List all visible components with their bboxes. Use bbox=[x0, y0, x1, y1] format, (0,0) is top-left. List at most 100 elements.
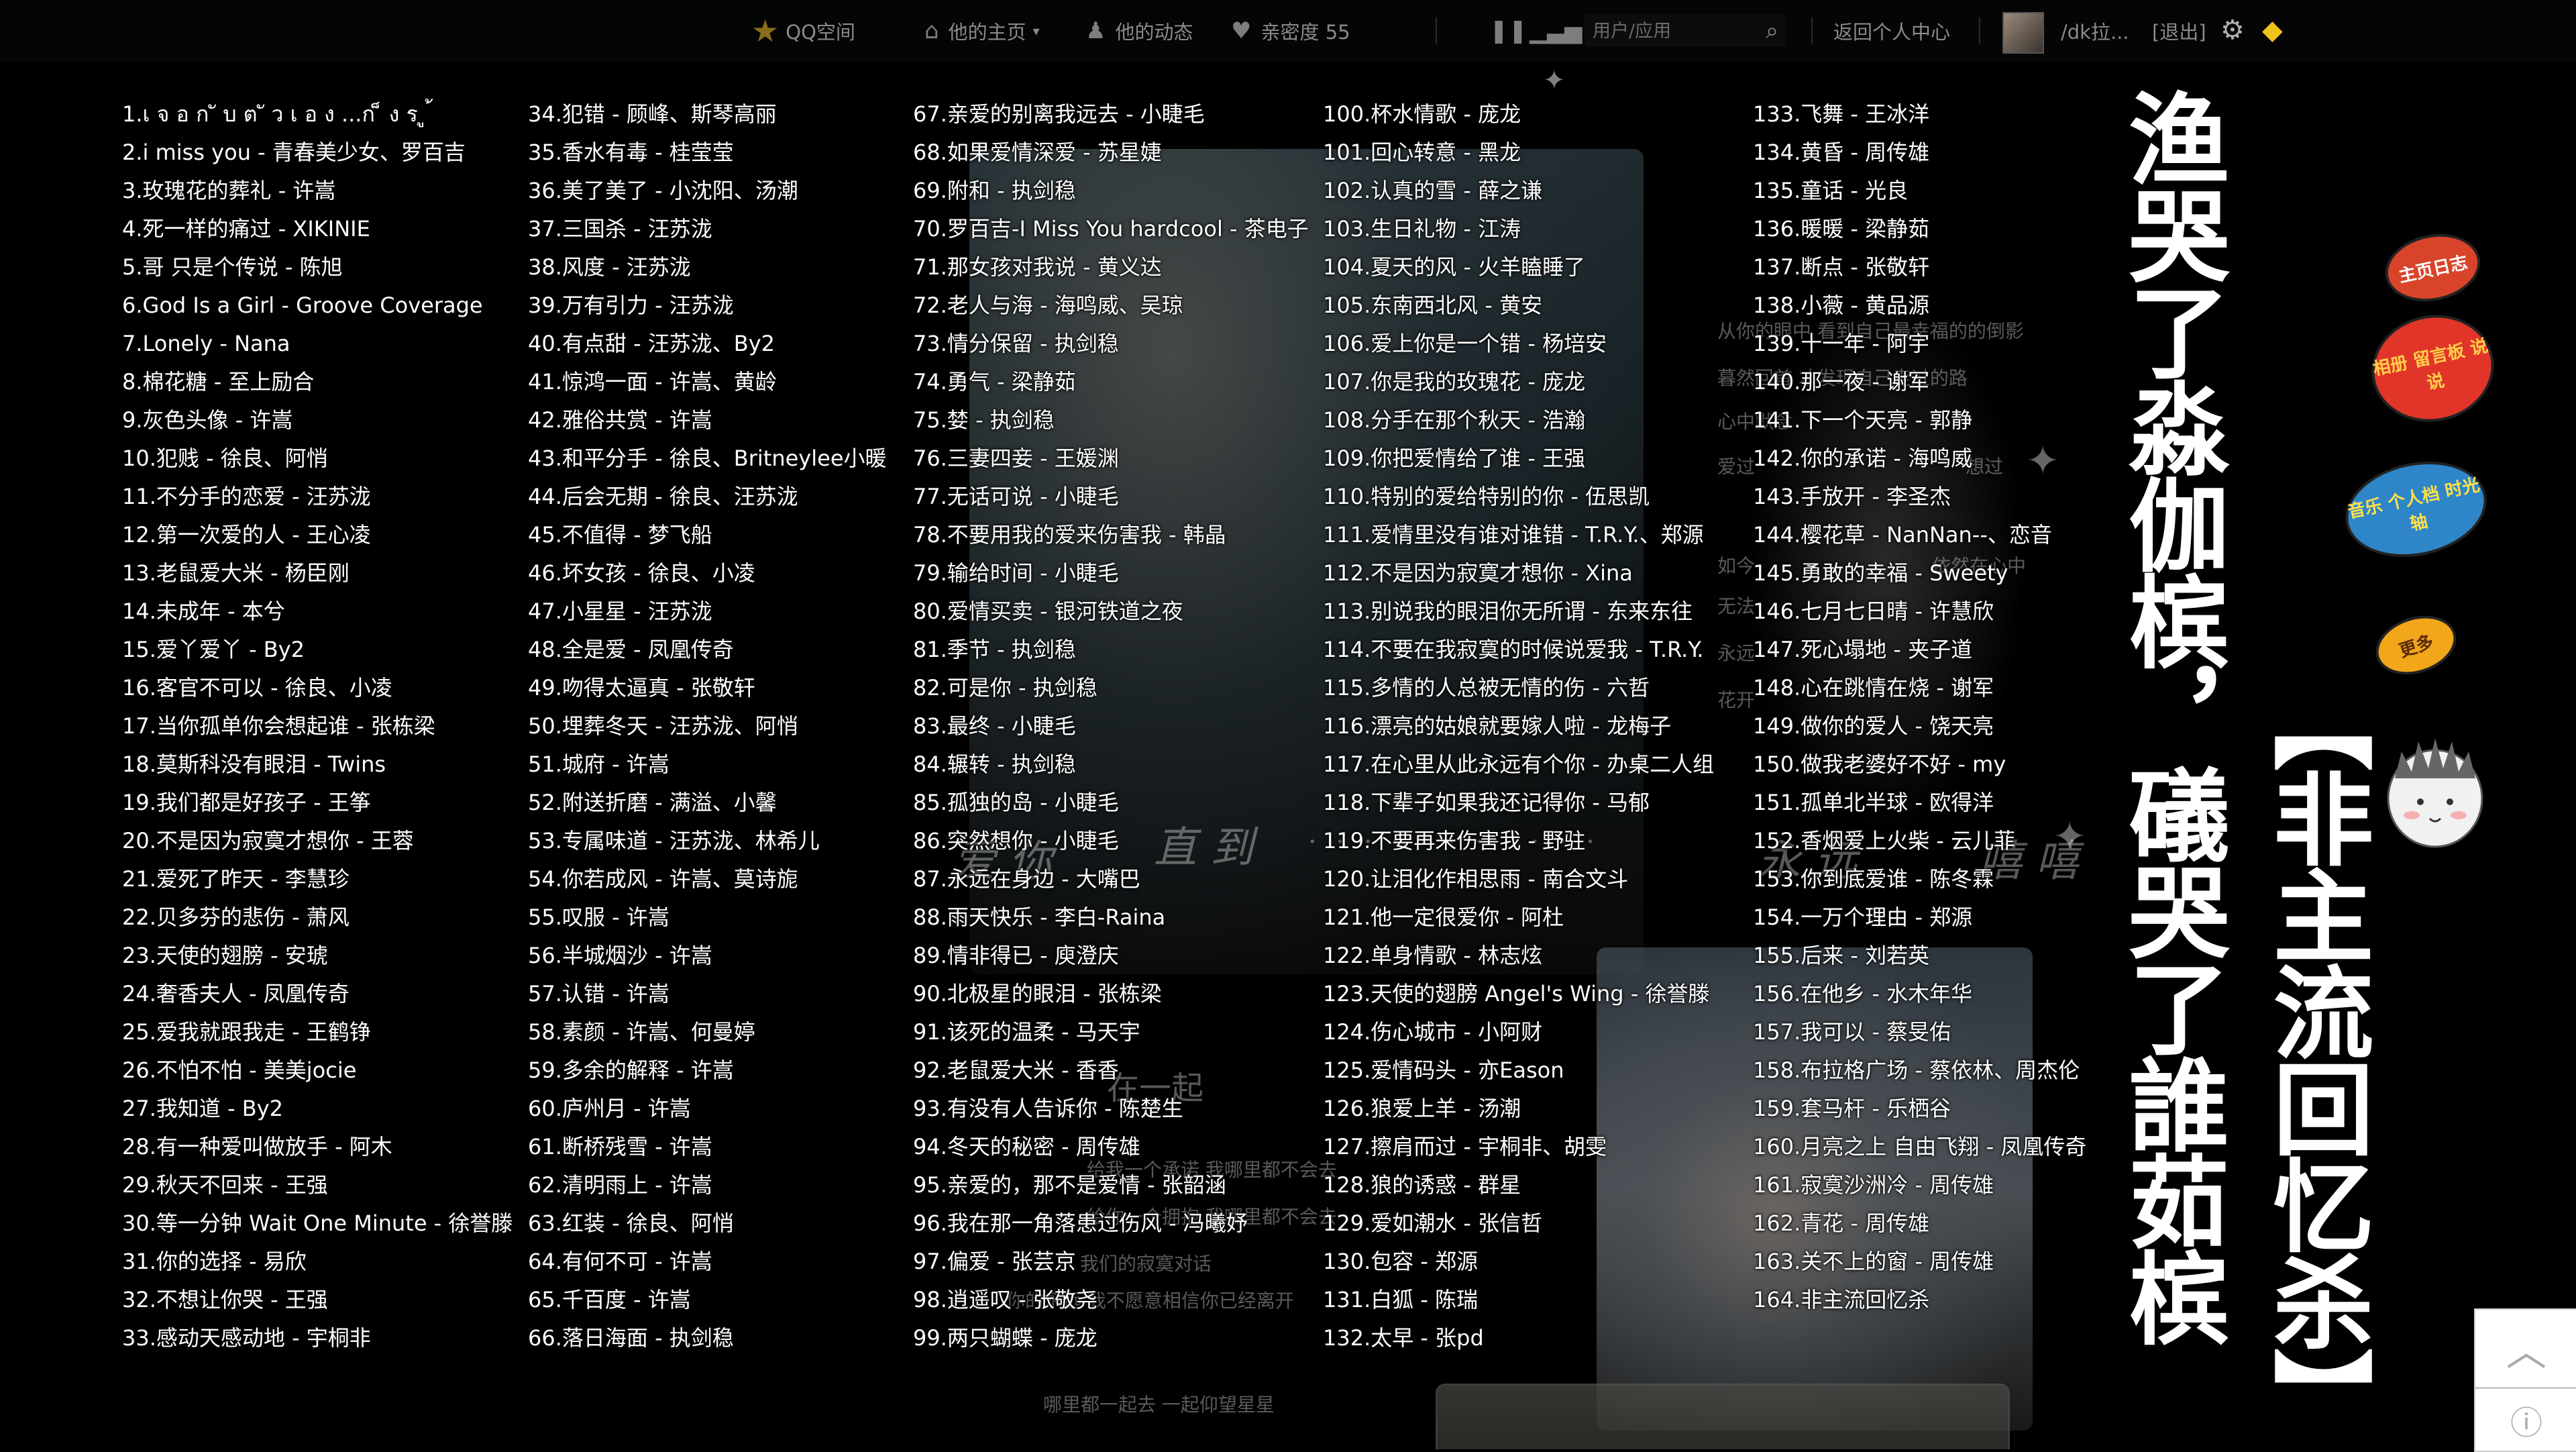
song-item: 49.吻得太逼真 - 张敬轩 bbox=[528, 675, 755, 701]
song-item: 149.做你的爱人 - 饶天亮 bbox=[1753, 713, 1994, 739]
intimacy-label: 亲密度 55 bbox=[1260, 21, 1350, 44]
divider bbox=[1979, 17, 1980, 44]
song-item: 161.寂寞沙洲冷 - 周传雄 bbox=[1753, 1172, 1994, 1198]
intimacy-link[interactable]: ♥ 亲密度 55 bbox=[1231, 0, 1350, 62]
song-item: 107.你是我的玫瑰花 - 庞龙 bbox=[1323, 369, 1586, 395]
song-item: 129.爱如潮水 - 张信哲 bbox=[1323, 1210, 1543, 1236]
qzone-logo[interactable]: ★ QQ空间 bbox=[751, 0, 855, 62]
song-item: 39.万有引力 - 汪苏泷 bbox=[528, 293, 734, 318]
song-item: 100.杯水情歌 - 庞龙 bbox=[1323, 101, 1521, 127]
song-item: 145.勇敢的幸福 - Sweety bbox=[1753, 560, 2008, 586]
song-item: 77.无话可说 - 小睫毛 bbox=[913, 484, 1119, 509]
song-item: 125.爱情码头 - 亦Eason bbox=[1323, 1057, 1564, 1083]
home-link[interactable]: ⌂ 他的主页 ▾ bbox=[924, 0, 1040, 62]
song-item: 5.哥 只是个传说 - 陈旭 bbox=[122, 254, 343, 280]
song-item: 30.等一分钟 Wait One Minute - 徐誉滕 bbox=[122, 1210, 513, 1236]
song-item: 108.分手在那个秋天 - 浩瀚 bbox=[1323, 407, 1586, 433]
song-item: 150.做我老婆好不好 - my bbox=[1753, 751, 2006, 777]
info-icon: ⓘ bbox=[2510, 1404, 2542, 1442]
song-item: 114.不要在我寂寞的时候说爱我 - T.R.Y. bbox=[1323, 637, 1704, 662]
song-item: 134.黄昏 - 周传雄 bbox=[1753, 140, 1930, 165]
song-item: 43.和平分手 - 徐良、Britneylee小暖 bbox=[528, 446, 887, 471]
song-item: 56.半城烟沙 - 许嵩 bbox=[528, 943, 712, 968]
song-item: 15.爱丫爱丫 - By2 bbox=[122, 637, 305, 662]
gear-icon[interactable]: ⚙ bbox=[2220, 15, 2245, 46]
song-item: 51.城府 - 许嵩 bbox=[528, 751, 669, 777]
bg-text: 无法 bbox=[1717, 595, 1756, 617]
mascot-icon[interactable] bbox=[2381, 731, 2489, 852]
song-item: 32.不想让你哭 - 王强 bbox=[122, 1287, 328, 1312]
song-item: 115.多情的人总被无情的伤 - 六哲 bbox=[1323, 675, 1650, 701]
song-item: 127.擦肩而过 - 宇桐非、胡雯 bbox=[1323, 1134, 1607, 1159]
song-item: 42.雅俗共赏 - 许嵩 bbox=[528, 407, 712, 433]
song-item: 160.月亮之上 自由飞翔 - 凤凰传奇 bbox=[1753, 1134, 2087, 1159]
song-item: 18.莫斯科没有眼泪 - Twins bbox=[122, 751, 386, 777]
song-item: 41.惊鸿一面 - 许嵩、黄龄 bbox=[528, 369, 777, 395]
song-item: 72.老人与海 - 海鸣威、吴琼 bbox=[913, 293, 1183, 318]
song-item: 76.三妻四妾 - 王媛渊 bbox=[913, 446, 1119, 471]
people-icon: ♟ bbox=[1085, 17, 1106, 44]
song-item: 85.孤独的岛 - 小睫毛 bbox=[913, 790, 1119, 815]
search-box[interactable] bbox=[1585, 15, 1786, 47]
signal-button[interactable]: ▁▃▅ bbox=[1529, 0, 1591, 62]
song-item: 25.爱我就跟我走 - 王鹤铮 bbox=[122, 1019, 371, 1045]
song-item: 109.你把爱情给了谁 - 王强 bbox=[1323, 446, 1586, 471]
search-input[interactable] bbox=[1585, 15, 1760, 47]
song-item: 120.让泪化作相思雨 - 南合文斗 bbox=[1323, 866, 1629, 892]
song-item: 38.风度 - 汪苏泷 bbox=[528, 254, 691, 280]
back-to-top-button[interactable]: ︿ bbox=[2474, 1308, 2576, 1388]
song-item: 163.关不上的窗 - 周传雄 bbox=[1753, 1249, 1994, 1274]
dynamics-link[interactable]: ♟ 他的动态 bbox=[1085, 0, 1193, 62]
song-item: 87.永远在身边 - 大嘴巴 bbox=[913, 866, 1140, 892]
song-item: 91.该死的温柔 - 马天宇 bbox=[913, 1019, 1140, 1045]
song-item: 83.最终 - 小睫毛 bbox=[913, 713, 1076, 739]
song-item: 117.在心里从此永远有个你 - 办桌二人组 bbox=[1323, 751, 1715, 777]
search-icon[interactable]: ⌕ bbox=[1766, 17, 1778, 44]
song-item: 162.青花 - 周传雄 bbox=[1753, 1210, 1930, 1236]
sparkle-icon: ✦ bbox=[2053, 813, 2087, 860]
song-item: 133.飞舞 - 王冰洋 bbox=[1753, 101, 1930, 127]
song-item: 97.偏爱 - 张芸京 bbox=[913, 1249, 1076, 1274]
diamond-icon[interactable]: ◆ bbox=[2262, 15, 2283, 46]
sparkle-icon: ✦ bbox=[1543, 65, 1566, 96]
song-item: 59.多余的解释 - 许嵩 bbox=[528, 1057, 734, 1083]
song-item: 122.单身情歌 - 林志炫 bbox=[1323, 943, 1543, 968]
song-item: 92.老鼠爱大米 - 香香 bbox=[913, 1057, 1119, 1083]
song-item: 110.特别的爱给特别的你 - 伍思凯 bbox=[1323, 484, 1650, 509]
song-item: 35.香水有毒 - 桂莹莹 bbox=[528, 140, 734, 165]
song-item: 84.辗转 - 执剑稳 bbox=[913, 751, 1076, 777]
song-item: 55.叹服 - 许嵩 bbox=[528, 904, 669, 930]
song-item: 139.十一年 - 阿宇 bbox=[1753, 331, 1930, 356]
song-item: 151.孤单北半球 - 欧得洋 bbox=[1753, 790, 1994, 815]
song-item: 20.不是因为寂寞才想你 - 王蓉 bbox=[122, 828, 414, 853]
song-item: 63.红装 - 徐良、阿悄 bbox=[528, 1210, 734, 1236]
back-to-center-link[interactable]: 返回个人中心 bbox=[1833, 0, 1950, 62]
song-item: 65.千百度 - 许嵩 bbox=[528, 1287, 691, 1312]
song-item: 104.夏天的风 - 火羊瞌睡了 bbox=[1323, 254, 1586, 280]
heart-icon: ♥ bbox=[1231, 17, 1252, 44]
logo-text: QQ空间 bbox=[786, 21, 855, 44]
song-item: 6.God Is a Girl - Groove Coverage bbox=[122, 293, 483, 318]
song-item: 153.你到底爱谁 - 陈冬霖 bbox=[1753, 866, 1994, 892]
avatar[interactable] bbox=[2002, 12, 2044, 54]
song-item: 96.我在那一角落患过伤风 - 冯曦妤 bbox=[913, 1210, 1248, 1236]
logout-link[interactable]: [退出] bbox=[2152, 0, 2206, 62]
sparkle-icon: ✦ bbox=[2026, 437, 2060, 484]
song-item: 79.输给时间 - 小睫毛 bbox=[913, 560, 1119, 586]
song-item: 144.樱花草 - NanNan--、恋音 bbox=[1753, 522, 2052, 548]
song-item: 157.我可以 - 蔡旻佑 bbox=[1753, 1019, 1951, 1045]
song-item: 78.不要用我的爱来伤害我 - 韩晶 bbox=[913, 522, 1226, 548]
song-item: 93.有没有人告诉你 - 陈楚生 bbox=[913, 1096, 1183, 1121]
bg-text: 花开 bbox=[1717, 689, 1756, 711]
song-item: 68.如果爱情深爱 - 苏星婕 bbox=[913, 140, 1162, 165]
song-item: 37.三国杀 - 汪苏泷 bbox=[528, 216, 712, 242]
feedback-button[interactable]: ⓘ bbox=[2474, 1388, 2576, 1452]
song-item: 143.手放开 - 李圣杰 bbox=[1753, 484, 1951, 509]
song-item: 142.你的承诺 - 海鸣威 bbox=[1753, 446, 1973, 471]
song-item: 70.罗百吉-I Miss You hardcool - 茶电子 bbox=[913, 216, 1309, 242]
song-item: 57.认错 - 许嵩 bbox=[528, 981, 669, 1006]
song-item: 88.雨天快乐 - 李白-Raina bbox=[913, 904, 1166, 930]
song-item: 45.不值得 - 梦飞船 bbox=[528, 522, 712, 548]
username-link[interactable]: /dk拉... bbox=[2061, 0, 2129, 62]
chevron-down-icon: ▾ bbox=[1032, 23, 1040, 39]
